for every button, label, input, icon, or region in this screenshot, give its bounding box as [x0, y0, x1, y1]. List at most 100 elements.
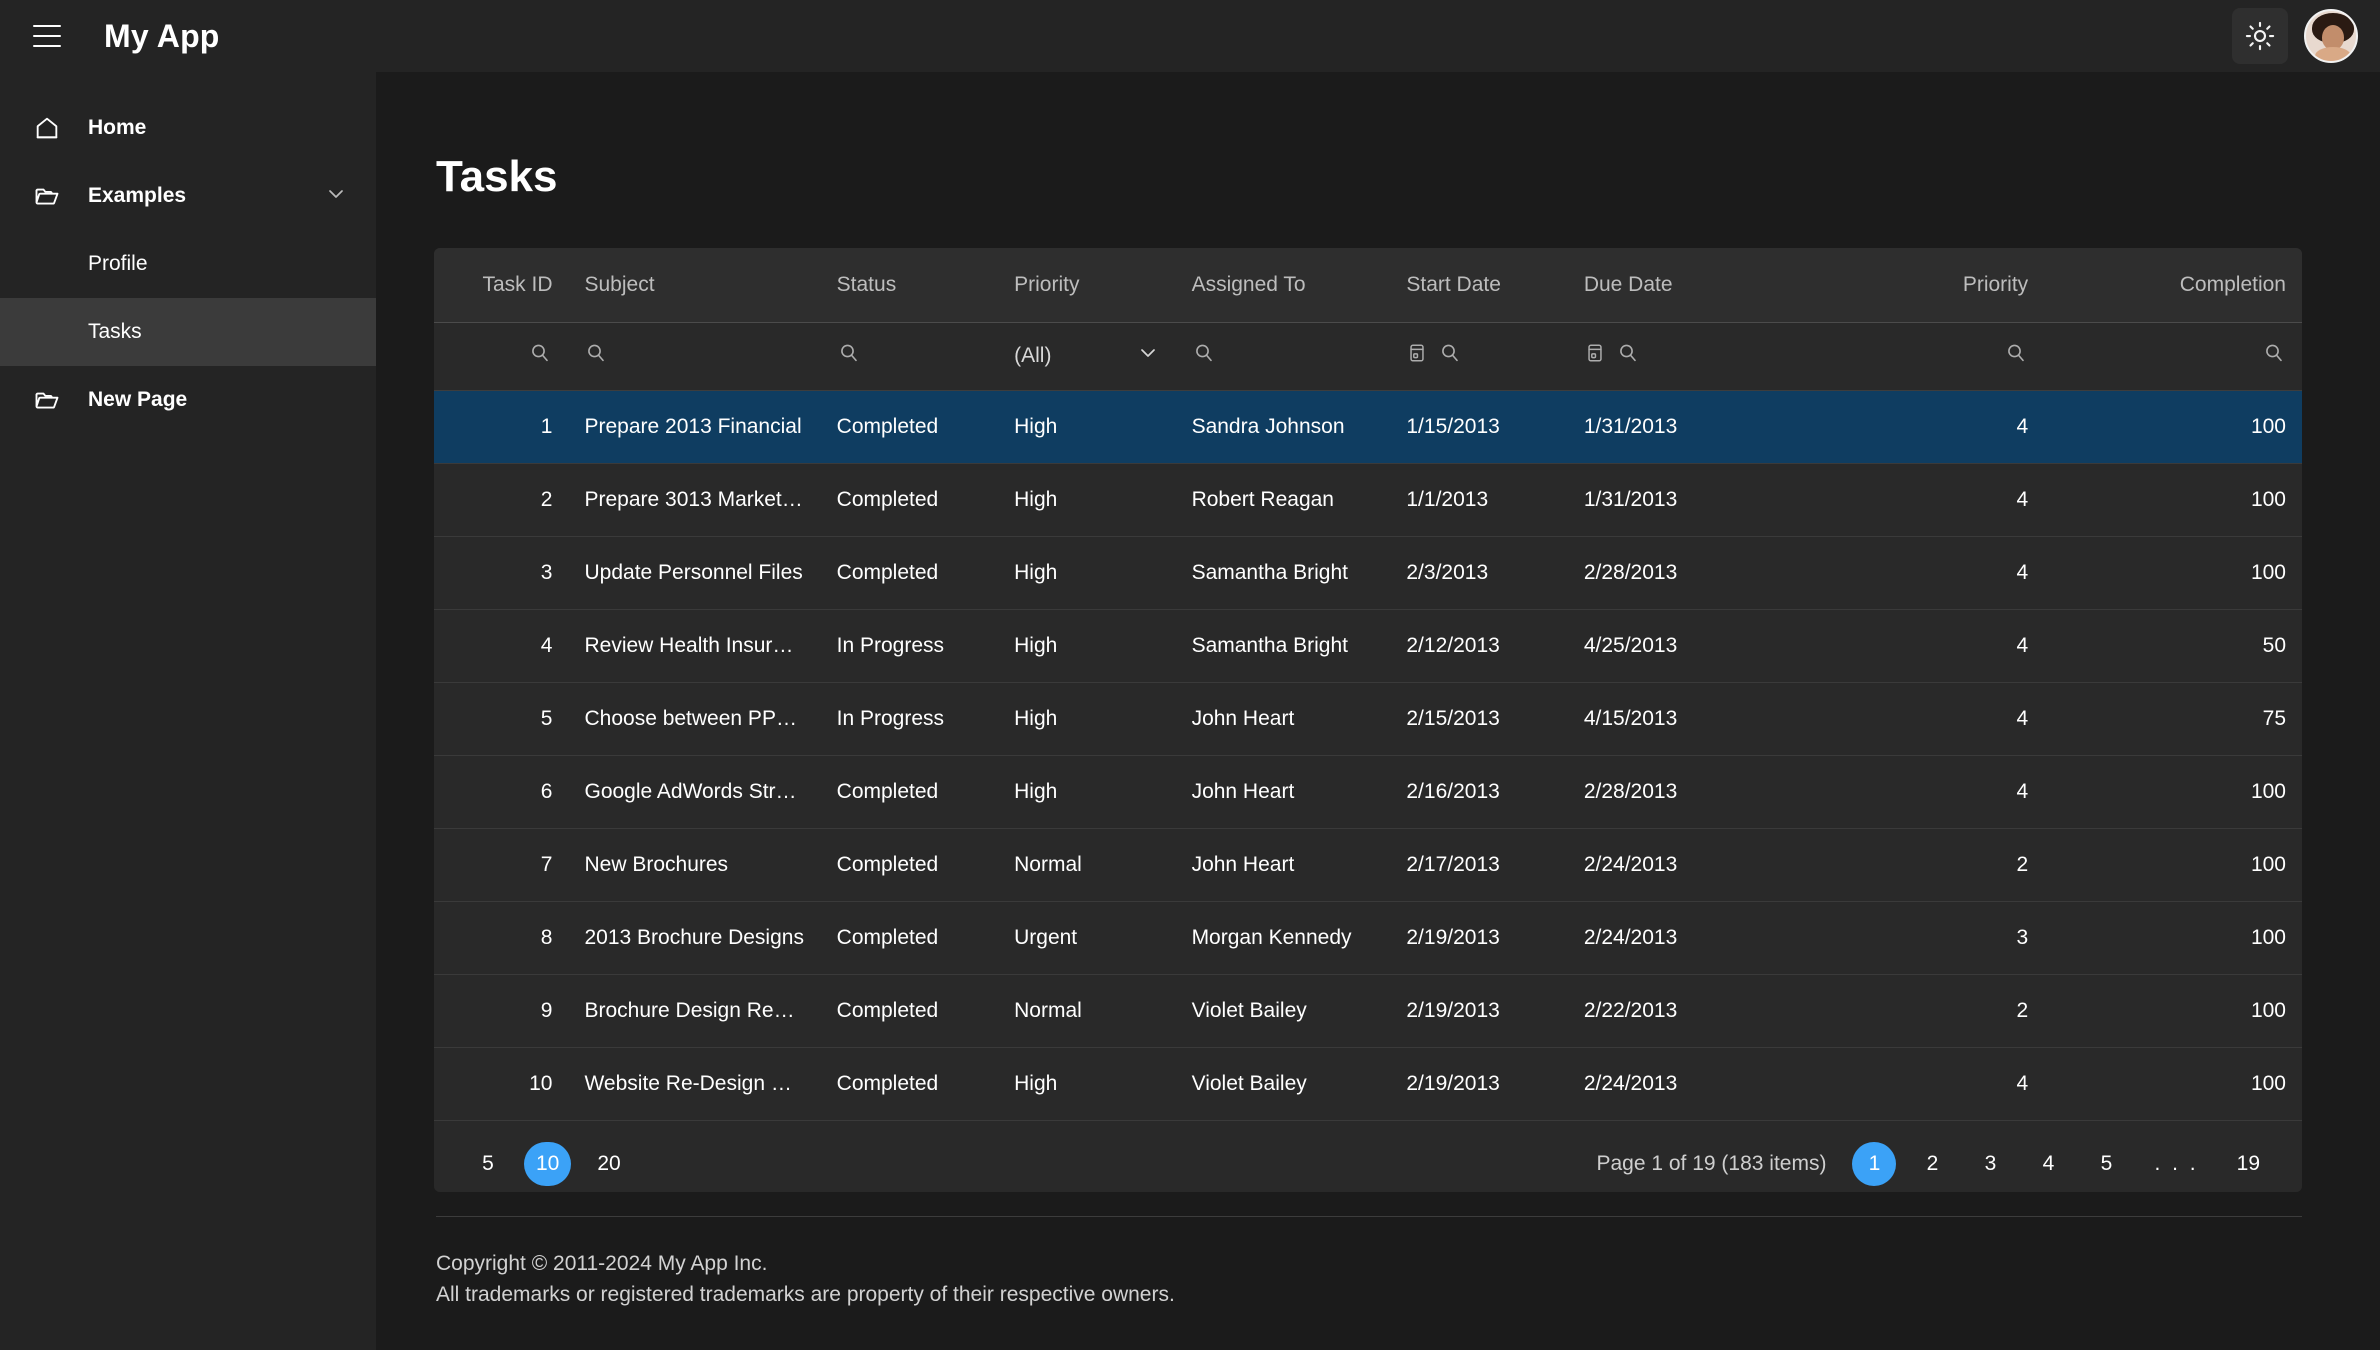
filter-cell-task-id[interactable]: [434, 322, 568, 390]
table-filter-row[interactable]: (All): [434, 322, 2302, 390]
column-header-priority-text[interactable]: Priority: [998, 248, 1175, 322]
page-number-list[interactable]: 12345 . . . 19: [1852, 1142, 2272, 1186]
cell-due-date: 2/24/2013: [1568, 901, 1802, 974]
page-number-3[interactable]: 3: [1968, 1142, 2012, 1186]
filter-cell-due-date[interactable]: [1568, 322, 1802, 390]
table-row[interactable]: 5Choose between PPO a...In ProgressHighJ…: [434, 682, 2302, 755]
search-icon[interactable]: [1438, 341, 1462, 371]
column-header-task-id[interactable]: Task ID: [434, 248, 568, 322]
calendar-icon[interactable]: [1406, 342, 1428, 370]
cell-priority-text: High: [998, 755, 1175, 828]
page-number-5[interactable]: 5: [2084, 1142, 2128, 1186]
table-row[interactable]: 6Google AdWords Strate...CompletedHighJo…: [434, 755, 2302, 828]
column-header-start-date[interactable]: Start Date: [1390, 248, 1567, 322]
sidebar-item-home[interactable]: Home: [0, 94, 376, 162]
filter-cell-start-date[interactable]: [1390, 322, 1567, 390]
sidebar-item-profile[interactable]: Profile: [0, 230, 376, 298]
table-row[interactable]: 9Brochure Design ReviewCompletedNormalVi…: [434, 974, 2302, 1047]
filter-cell-assigned-to[interactable]: [1176, 322, 1391, 390]
cell-assigned-to: Samantha Bright: [1176, 536, 1391, 609]
search-icon[interactable]: [1192, 341, 1216, 371]
filter-cell-status[interactable]: [821, 322, 998, 390]
cell-assigned-to: Morgan Kennedy: [1176, 901, 1391, 974]
column-header-status[interactable]: Status: [821, 248, 998, 322]
cell-due-date: 2/28/2013: [1568, 536, 1802, 609]
table-row[interactable]: 7New BrochuresCompletedNormalJohn Heart2…: [434, 828, 2302, 901]
cell-assigned-to: John Heart: [1176, 755, 1391, 828]
cell-priority-num: 4: [1801, 1047, 2044, 1120]
table-row[interactable]: 4Review Health Insuranc...In ProgressHig…: [434, 609, 2302, 682]
table-row[interactable]: 3Update Personnel FilesCompletedHighSama…: [434, 536, 2302, 609]
cell-start-date: 2/19/2013: [1390, 974, 1567, 1047]
search-icon[interactable]: [837, 341, 861, 371]
folder-icon: [30, 179, 64, 213]
column-header-due-date[interactable]: Due Date: [1568, 248, 1802, 322]
calendar-icon[interactable]: [1584, 342, 1606, 370]
filter-cell-subject[interactable]: [568, 322, 820, 390]
user-avatar[interactable]: [2304, 9, 2358, 63]
chevron-down-icon[interactable]: [1136, 341, 1160, 371]
page-number-19[interactable]: 19: [2225, 1142, 2272, 1186]
cell-completion: 100: [2044, 755, 2302, 828]
page-size-20[interactable]: 20: [585, 1142, 632, 1186]
cell-due-date: 2/22/2013: [1568, 974, 1802, 1047]
filter-controls: [1192, 323, 1375, 390]
cell-subject: Update Personnel Files: [568, 536, 820, 609]
cell-assigned-to: John Heart: [1176, 828, 1391, 901]
cell-completion: 100: [2044, 1047, 2302, 1120]
search-icon[interactable]: [2262, 341, 2286, 371]
cell-completion: 100: [2044, 974, 2302, 1047]
column-header-subject[interactable]: Subject: [568, 248, 820, 322]
chevron-down-icon[interactable]: [324, 182, 348, 211]
column-header-completion[interactable]: Completion: [2044, 248, 2302, 322]
page-size-5[interactable]: 5: [466, 1142, 510, 1186]
theme-toggle-button[interactable]: [2232, 8, 2288, 64]
cell-status: Completed: [821, 536, 998, 609]
table-row[interactable]: 2Prepare 3013 Marketin...CompletedHighRo…: [434, 463, 2302, 536]
search-icon[interactable]: [528, 341, 552, 371]
cell-subject: 2013 Brochure Designs: [568, 901, 820, 974]
hamburger-menu-icon[interactable]: [24, 13, 70, 59]
sidebar-item-examples[interactable]: Examples: [0, 162, 376, 230]
avatar-shoulders: [2315, 47, 2351, 63]
page-number-1[interactable]: 1: [1852, 1142, 1896, 1186]
cell-priority-text: High: [998, 1047, 1175, 1120]
search-icon[interactable]: [584, 341, 608, 371]
cell-priority-num: 2: [1801, 974, 2044, 1047]
tasks-data-grid: Task IDSubjectStatusPriorityAssigned ToS…: [434, 248, 2302, 1192]
cell-task-id: 10: [434, 1047, 568, 1120]
cell-start-date: 2/16/2013: [1390, 755, 1567, 828]
filter-controls: [1584, 323, 1786, 390]
cell-priority-text: Normal: [998, 828, 1175, 901]
table-row[interactable]: 1Prepare 2013 FinancialCompletedHighSand…: [434, 390, 2302, 463]
cell-start-date: 2/17/2013: [1390, 828, 1567, 901]
folder-icon: [30, 383, 64, 417]
cell-status: Completed: [821, 1047, 998, 1120]
filter-cell-completion[interactable]: [2044, 322, 2302, 390]
table-header: Task IDSubjectStatusPriorityAssigned ToS…: [434, 248, 2302, 322]
filter-cell-priority-text[interactable]: (All): [998, 322, 1175, 390]
sidebar-item-label: Tasks: [88, 320, 142, 344]
pager-navigation: Page 1 of 19 (183 items) 12345. . .19: [1596, 1142, 2272, 1186]
sidebar-item-tasks[interactable]: Tasks: [0, 298, 376, 366]
page-number-2[interactable]: 2: [1910, 1142, 1954, 1186]
page-ellipsis: . . .: [2142, 1142, 2210, 1186]
filter-cell-priority-num[interactable]: [1801, 322, 2044, 390]
cell-subject: Prepare 2013 Financial: [568, 390, 820, 463]
search-icon[interactable]: [1616, 341, 1640, 371]
priority-filter-select[interactable]: (All): [1014, 341, 1159, 371]
table-row[interactable]: 10Website Re-Design PlanCompletedHighVio…: [434, 1047, 2302, 1120]
sidebar-item-new-page[interactable]: New Page: [0, 366, 376, 434]
cell-status: Completed: [821, 901, 998, 974]
app-header: My App: [0, 0, 2380, 72]
table-row[interactable]: 82013 Brochure DesignsCompletedUrgentMor…: [434, 901, 2302, 974]
search-icon[interactable]: [2004, 341, 2028, 371]
cell-status: Completed: [821, 974, 998, 1047]
page-size-10[interactable]: 10: [524, 1142, 571, 1186]
column-header-assigned-to[interactable]: Assigned To: [1176, 248, 1391, 322]
page-size-selector[interactable]: 5 10 20: [466, 1142, 633, 1186]
main-content: Tasks Task IDSubjectStatusPriorityAssign…: [376, 72, 2380, 1350]
column-header-priority-num[interactable]: Priority: [1801, 248, 2044, 322]
page-number-4[interactable]: 4: [2026, 1142, 2070, 1186]
header-actions: [2232, 8, 2358, 64]
